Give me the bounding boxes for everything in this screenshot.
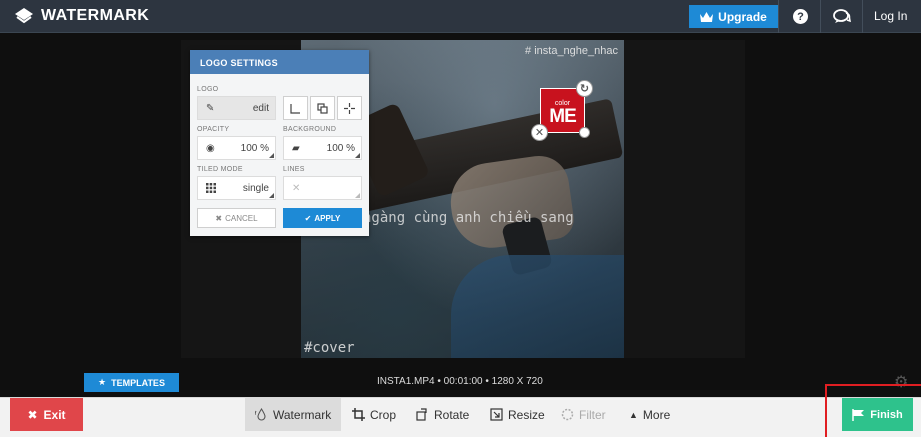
upgrade-label: Upgrade	[718, 9, 767, 24]
drop-icon	[255, 408, 266, 421]
crop-icon	[352, 408, 365, 421]
tab-rotate-label: Rotate	[434, 407, 470, 422]
eye-icon: ◉	[206, 142, 215, 154]
tab-crop-label: Crop	[370, 407, 397, 422]
background-label: BACKGROUND	[283, 126, 337, 133]
apply-label: APPLY	[314, 213, 341, 223]
video-caption: ngàng cùng anh chiều sang	[363, 210, 574, 226]
duplicate-button[interactable]	[310, 96, 335, 120]
top-bar: WATERMARK Upgrade ? Log In	[0, 0, 921, 33]
gear-icon[interactable]: ⚙	[894, 372, 908, 392]
close-icon: ✖	[27, 407, 38, 422]
opacity-field[interactable]: ◉ 100 %	[197, 136, 276, 160]
opacity-label: OPACITY	[197, 126, 230, 133]
eraser-icon: ▰	[292, 142, 300, 154]
separator	[820, 0, 821, 33]
finish-label: Finish	[870, 408, 903, 421]
app: WATERMARK Upgrade ? Log In # insta_nghe_…	[0, 0, 921, 437]
close-icon: ✖	[215, 213, 223, 223]
apply-button[interactable]: ✔ APPLY	[283, 208, 362, 228]
lines-label: LINES	[283, 166, 305, 173]
dropdown-corner-icon	[269, 193, 274, 198]
x-icon: ✕	[292, 182, 301, 194]
logo-label: LOGO	[197, 86, 219, 93]
logo-edit-field[interactable]: ✎ edit	[197, 96, 276, 120]
tab-resize-label: Resize	[508, 407, 545, 422]
video-hashtag-top: # insta_nghe_nhac	[525, 45, 618, 57]
tiled-mode-value: single	[242, 182, 269, 194]
brand[interactable]: WATERMARK	[14, 7, 149, 25]
tab-watermark[interactable]: Watermark	[245, 398, 342, 431]
tab-crop[interactable]: Crop	[342, 398, 406, 431]
background-value: 100 %	[326, 142, 355, 154]
dropdown-corner-icon	[355, 193, 360, 198]
chat-icon	[832, 9, 851, 23]
brand-logo-icon	[15, 8, 33, 24]
check-icon: ✔	[304, 213, 312, 223]
resize-icon	[490, 408, 503, 421]
corner-icon	[290, 103, 300, 114]
pencil-icon: ✎	[206, 102, 215, 114]
tab-filter-label: Filter	[579, 407, 606, 422]
exit-button[interactable]: ✖ Exit	[10, 398, 83, 431]
crown-icon	[700, 11, 714, 22]
help-button[interactable]: ?	[788, 4, 813, 29]
rotate-icon	[416, 408, 427, 421]
watermark-logo-big-text: ME	[549, 106, 577, 127]
tab-resize[interactable]: Resize	[480, 398, 555, 431]
lines-field[interactable]: ✕	[283, 176, 362, 200]
tab-watermark-label: Watermark	[273, 407, 332, 422]
filter-icon	[561, 408, 574, 421]
upgrade-button[interactable]: Upgrade	[689, 5, 778, 28]
background-field[interactable]: ▰ 100 %	[283, 136, 362, 160]
cancel-label: CANCEL	[225, 213, 258, 223]
caret-up-icon: ▲	[629, 409, 638, 420]
finish-button[interactable]: Finish	[842, 398, 913, 431]
cancel-button[interactable]: ✖ CANCEL	[197, 208, 276, 228]
grid-icon	[206, 183, 216, 193]
panel-title: LOGO SETTINGS	[190, 50, 369, 74]
star-icon: ★	[98, 377, 107, 387]
flag-icon	[852, 408, 865, 421]
position-corner-button[interactable]	[283, 96, 308, 120]
separator	[778, 0, 779, 33]
exit-label: Exit	[43, 407, 66, 422]
bottom-toolbar: ✖ Exit Watermark Crop Rotate Resize Filt…	[0, 397, 921, 437]
templates-button[interactable]: ★ TEMPLATES	[84, 373, 179, 392]
file-info: INSTA1.MP4 • 00:01:00 • 1280 X 720	[377, 376, 543, 387]
rotate-handle-icon[interactable]: ↻	[576, 80, 593, 97]
tab-more[interactable]: ▲ More	[619, 398, 680, 431]
tiled-mode-label: TILED MODE	[197, 166, 243, 173]
separator	[862, 0, 863, 33]
tab-more-label: More	[642, 407, 671, 422]
crosshair-icon	[344, 102, 355, 114]
tab-rotate[interactable]: Rotate	[406, 398, 479, 431]
login-link[interactable]: Log In	[874, 9, 907, 23]
brand-name: WATERMARK	[41, 7, 150, 24]
templates-label: TEMPLATES	[111, 377, 165, 388]
opacity-value: 100 %	[240, 142, 269, 154]
resize-handle[interactable]	[579, 127, 590, 138]
help-icon: ?	[793, 9, 808, 24]
logo-edit-value: edit	[252, 102, 269, 114]
tiled-mode-field[interactable]: single	[197, 176, 276, 200]
remove-handle-icon[interactable]: ✕	[531, 124, 548, 141]
copy-icon	[317, 102, 328, 114]
tab-filter[interactable]: Filter	[551, 398, 616, 431]
video-sleeve-shape	[451, 255, 624, 358]
chat-button[interactable]	[829, 4, 854, 29]
dropdown-corner-icon	[355, 153, 360, 158]
video-hashtag-bottom: #cover	[304, 340, 355, 356]
dropdown-corner-icon	[269, 153, 274, 158]
center-button[interactable]	[337, 96, 362, 120]
